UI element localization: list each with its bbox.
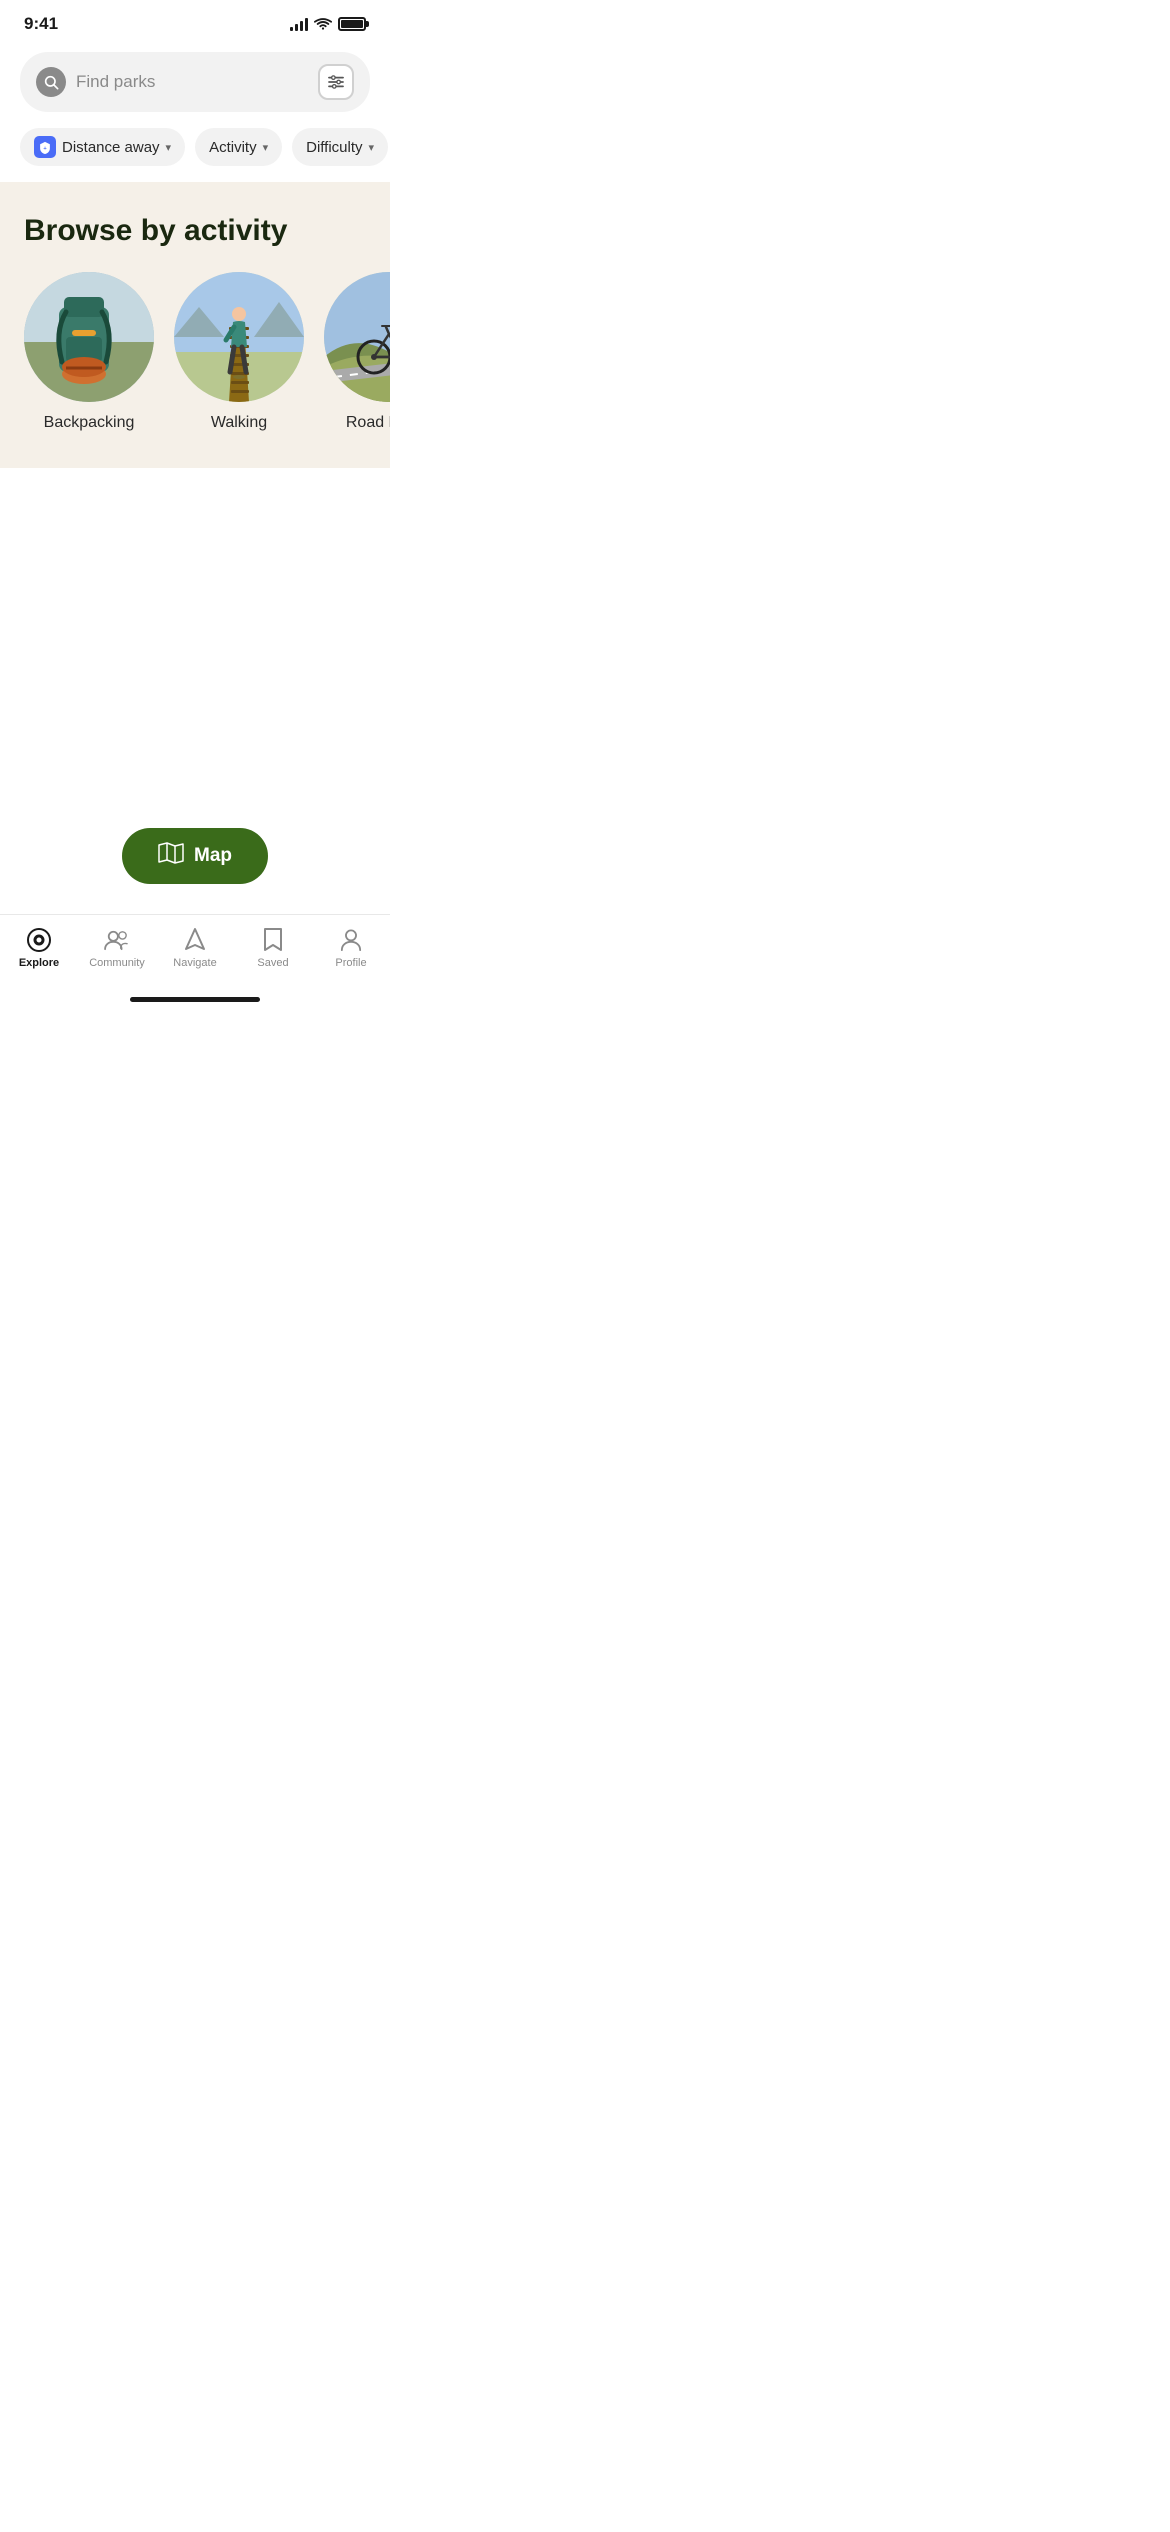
walking-circle	[174, 272, 304, 402]
navigate-icon	[182, 927, 208, 953]
tab-community[interactable]: Community	[87, 927, 147, 969]
walking-label: Walking	[211, 414, 267, 432]
status-time: 9:41	[24, 14, 58, 34]
signal-icon	[290, 17, 308, 31]
search-bar[interactable]: Find parks	[20, 52, 370, 112]
browse-section: Browse by activity	[0, 182, 390, 468]
home-bar	[130, 997, 260, 1002]
distance-filter-label: Distance away	[62, 139, 160, 156]
profile-tab-label: Profile	[335, 957, 366, 969]
search-placeholder: Find parks	[76, 72, 308, 92]
saved-icon	[260, 927, 286, 953]
distance-chevron-icon: ▾	[166, 141, 172, 154]
explore-icon	[26, 927, 52, 953]
filter-pills: + Distance away ▾ Activity ▾ Difficulty …	[0, 124, 390, 182]
saved-tab-label: Saved	[257, 957, 288, 969]
map-button-container: Map	[0, 808, 390, 914]
activity-chevron-icon: ▾	[263, 141, 269, 154]
difficulty-filter-pill[interactable]: Difficulty ▾	[292, 128, 388, 166]
backpacking-circle	[24, 272, 154, 402]
white-content-section	[0, 468, 390, 808]
status-icons	[290, 17, 366, 31]
map-button[interactable]: Map	[122, 828, 268, 884]
wifi-icon	[314, 17, 332, 31]
map-button-label: Map	[194, 845, 232, 867]
distance-filter-pill[interactable]: + Distance away ▾	[20, 128, 185, 166]
community-tab-label: Community	[89, 957, 145, 969]
activity-item-road-biking[interactable]: Road Biking	[324, 272, 390, 432]
activity-scroll: Backpacking	[24, 272, 390, 432]
road-biking-label: Road Biking	[346, 414, 390, 432]
activity-item-walking[interactable]: Walking	[174, 272, 304, 432]
activity-filter-pill[interactable]: Activity ▾	[195, 128, 282, 166]
status-bar: 9:41	[0, 0, 390, 40]
search-icon	[36, 67, 66, 97]
backpacking-label: Backpacking	[44, 414, 135, 432]
filter-button[interactable]	[318, 64, 354, 100]
home-indicator	[0, 989, 390, 1008]
location-shield-icon: +	[34, 136, 56, 158]
tab-saved[interactable]: Saved	[243, 927, 303, 969]
explore-tab-label: Explore	[19, 957, 59, 969]
community-icon	[104, 927, 130, 953]
search-container: Find parks	[0, 40, 390, 124]
difficulty-chevron-icon: ▾	[369, 141, 375, 154]
difficulty-filter-label: Difficulty	[306, 139, 362, 156]
browse-title: Browse by activity	[24, 214, 390, 248]
road-biking-circle	[324, 272, 390, 402]
navigate-tab-label: Navigate	[173, 957, 216, 969]
battery-icon	[338, 17, 366, 31]
tab-profile[interactable]: Profile	[321, 927, 381, 969]
tab-explore[interactable]: Explore	[9, 927, 69, 969]
activity-filter-label: Activity	[209, 139, 257, 156]
map-icon	[158, 842, 184, 870]
tab-bar: Explore Community Navigate Saved	[0, 914, 390, 989]
profile-icon	[338, 927, 364, 953]
tab-navigate[interactable]: Navigate	[165, 927, 225, 969]
activity-item-backpacking[interactable]: Backpacking	[24, 272, 154, 432]
